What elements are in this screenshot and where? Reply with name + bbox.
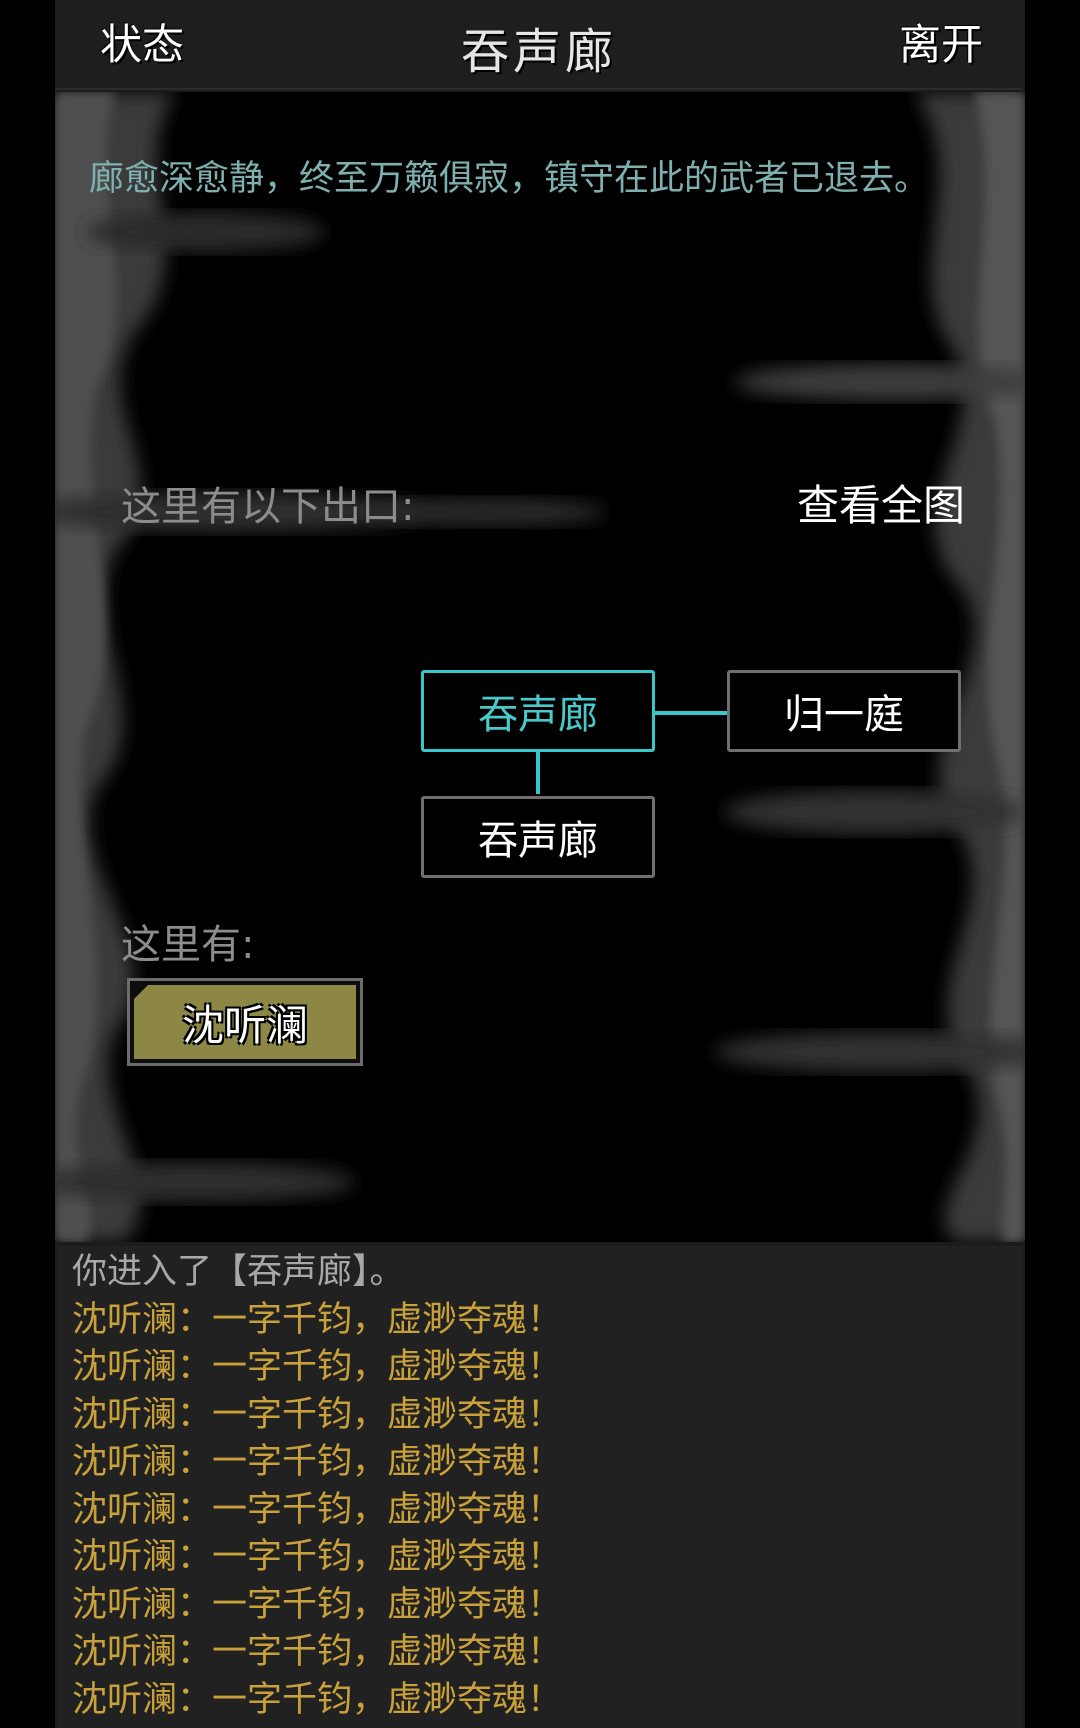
here-label: 这里有: <box>121 922 255 968</box>
npc-button[interactable]: 沈听澜 <box>127 978 363 1066</box>
log-dialogue-line: 沈听澜：一字千钧，虚渺夺魂！ <box>72 1299 563 1340</box>
leave-button[interactable]: 离开 <box>899 18 983 72</box>
log-dialogue-line: 沈听澜：一字千钧，虚渺夺魂！ <box>72 1584 563 1625</box>
npc-name: 沈听澜 <box>134 985 356 1059</box>
map-link-south <box>536 752 540 794</box>
log-dialogue-line: 沈听澜：一字千钧，虚渺夺魂！ <box>72 1632 563 1672</box>
view-full-map-button[interactable]: 查看全图 <box>797 472 965 533</box>
log-dialogue-line: 沈听澜：一字千钧，虚渺夺魂！ <box>72 1394 563 1435</box>
log-dialogue-line: 沈听澜：一字千钧，虚渺夺魂！ <box>72 1679 563 1720</box>
exits-label: 这里有以下出口: <box>121 484 415 530</box>
log-dialogue-line: 沈听澜：一字千钧，虚渺夺魂！ <box>72 1537 563 1577</box>
map-room-current[interactable]: 吞声廊 <box>421 670 655 752</box>
room-description: 廊愈深愈静，终至万籁俱寂，镇守在此的武者已退去。 <box>89 159 930 199</box>
map-link-east <box>655 711 729 715</box>
map-room-east[interactable]: 归一庭 <box>727 670 961 752</box>
log-dialogue-line: 沈听澜：一字千钧，虚渺夺魂！ <box>72 1442 563 1482</box>
log-dialogue-line: 沈听澜：一字千钧，虚渺夺魂！ <box>72 1347 563 1387</box>
log-system-message: 你进入了【吞声廊】。 <box>72 1252 405 1292</box>
location-title: 吞声廊 <box>460 24 617 80</box>
log-dialogue-line: 沈听澜：一字千钧，虚渺夺魂！ <box>72 1489 563 1530</box>
top-bar: 状态 吞声廊 离开 <box>55 0 1023 90</box>
message-log: 你进入了【吞声廊】。沈听澜：一字千钧，虚渺夺魂！ 沈听澜：一字千钧，虚渺夺魂！ 沈听… <box>57 1246 1023 1728</box>
scene-panel: 廊愈深愈静，终至万籁俱寂，镇守在此的武者已退去。 这里有以下出口: 查看全图 吞… <box>55 92 1025 1242</box>
smoke-background <box>55 92 1025 1242</box>
map-room-south[interactable]: 吞声廊 <box>421 796 655 878</box>
